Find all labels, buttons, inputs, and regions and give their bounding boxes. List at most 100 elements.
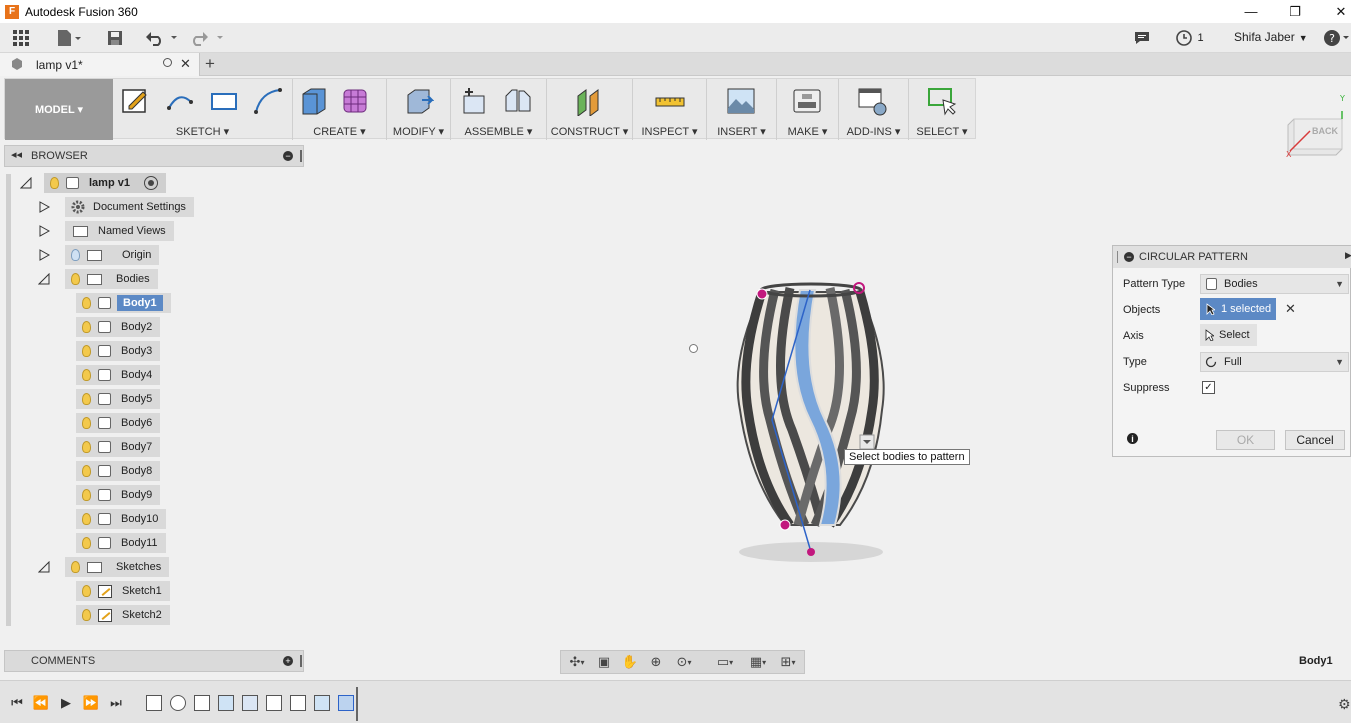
viewcube[interactable]: Y X BACK [1284,94,1346,159]
visibility-bulb-icon[interactable] [82,465,91,477]
tree-node-document-settings[interactable]: Document Settings [38,197,194,217]
tree-body-item[interactable]: Body9 [76,485,161,505]
tree-body-item[interactable]: Body11 [76,533,166,553]
collapse-browser-icon[interactable]: ◂◂ [11,148,22,161]
3d-print-icon[interactable] [792,86,822,116]
scripts-addins-icon[interactable] [857,86,887,116]
grid-settings-icon[interactable]: ▦ ▾ [745,654,771,670]
press-pull-icon[interactable] [404,86,434,116]
visibility-bulb-icon[interactable] [82,489,91,501]
new-component-icon[interactable] [459,86,489,116]
visibility-bulb-icon[interactable] [82,609,91,621]
timeline-step-forward-icon[interactable]: ⏩ [83,695,99,711]
timeline-sketch-feature-icon[interactable] [290,695,306,711]
create-sketch-icon[interactable] [121,86,151,116]
line-icon[interactable] [165,86,195,116]
pattern-type-select[interactable]: Bodies ▼ [1200,274,1349,294]
visibility-bulb-icon[interactable] [71,561,80,573]
objects-selection-button[interactable]: 1 selected [1200,298,1276,320]
display-settings-icon[interactable]: ▭ ▾ [711,654,739,670]
tree-node-named-views[interactable]: Named Views [38,221,174,241]
vase-model-viewport[interactable] [700,270,900,570]
arc-icon[interactable] [253,86,283,116]
save-icon[interactable] [104,27,126,49]
visibility-bulb-icon[interactable] [82,441,91,453]
visibility-bulb-icon[interactable] [82,321,91,333]
tree-body-item[interactable]: Body5 [76,389,161,409]
timeline-sketch-feature-icon[interactable] [194,695,210,711]
tree-body-item[interactable]: Body8 [76,461,161,481]
tree-body-item[interactable]: Body1 [76,293,171,313]
workspace-switcher-button[interactable]: MODEL ▾ [5,79,113,140]
visibility-bulb-icon[interactable] [71,273,80,285]
pan-hand-icon[interactable]: ✋ [621,654,639,670]
visibility-bulb-off-icon[interactable] [71,249,80,261]
tree-body-item[interactable]: Body2 [76,317,161,337]
tree-body-item[interactable]: Body10 [76,509,167,529]
tab-lamp-v1[interactable]: lamp v1* ✕ [0,53,200,76]
tree-node-origin[interactable]: Origin [38,245,160,265]
redo-icon[interactable] [190,27,226,49]
timeline-play-icon[interactable]: ▶ [58,695,74,711]
dialog-expand-arrow-icon[interactable]: ▶ [1345,250,1351,261]
orbit-icon[interactable]: ✣ ▾ [565,654,589,670]
dialog-collapse-icon[interactable]: − [1124,252,1134,262]
visibility-bulb-icon[interactable] [50,177,59,189]
clear-selection-icon[interactable]: ✕ [1285,301,1296,317]
timeline-pattern-feature-icon[interactable] [338,695,354,711]
select-icon[interactable] [927,86,957,116]
tree-body-item[interactable]: Body6 [76,413,161,433]
data-panel-grid-icon[interactable] [10,27,32,49]
new-tab-plus-icon[interactable]: + [205,54,215,74]
look-at-icon[interactable]: ▣ [595,654,613,670]
visibility-bulb-icon[interactable] [82,345,91,357]
inspect-menu[interactable]: INSPECT ▾ [633,125,706,138]
axis-selection-button[interactable]: Select [1200,324,1257,346]
extrude-icon[interactable] [299,86,329,116]
dialog-drag-handle[interactable] [1117,251,1119,263]
ok-button[interactable]: OK [1216,430,1275,450]
browser-minimize-icon[interactable]: − [283,151,293,161]
timeline-sketch-feature-icon[interactable] [266,695,282,711]
timeline-sketch-feature-icon[interactable] [146,695,162,711]
minimize-button[interactable]: — [1228,0,1274,23]
visibility-bulb-icon[interactable] [82,585,91,597]
timeline-marker[interactable] [356,687,358,721]
select-menu[interactable]: SELECT ▾ [909,125,975,138]
form-grid-icon[interactable] [341,86,371,116]
tree-root[interactable]: lamp v1 [20,173,166,193]
tree-body-item[interactable]: Body7 [76,437,161,457]
suppress-checkbox[interactable]: ✓ [1202,381,1215,394]
visibility-bulb-icon[interactable] [82,393,91,405]
tree-sketch-item[interactable]: Sketch1 [76,581,170,601]
activate-radio-icon[interactable] [143,176,158,190]
visibility-bulb-icon[interactable] [82,537,91,549]
sketch-menu[interactable]: SKETCH ▾ [113,125,292,138]
comments-pin-icon[interactable] [300,655,302,667]
create-menu[interactable]: CREATE ▾ [293,125,386,138]
timeline-step-back-icon[interactable]: ⏪ [33,695,49,711]
job-status-clock-icon[interactable]: 1 [1172,27,1208,49]
measure-icon[interactable] [655,86,685,116]
rectangle-icon[interactable] [209,86,239,116]
file-menu-icon[interactable] [54,27,84,49]
make-menu[interactable]: MAKE ▾ [777,125,838,138]
cancel-button[interactable]: Cancel [1285,430,1345,450]
viewports-icon[interactable]: ⊞ ▾ [775,654,801,670]
tree-body-item[interactable]: Body4 [76,365,161,385]
user-account-menu[interactable]: Shifa Jaber ▼ [1234,30,1308,44]
offset-plane-icon[interactable] [574,86,604,116]
assemble-menu[interactable]: ASSEMBLE ▾ [451,125,546,138]
modify-menu[interactable]: MODIFY ▾ [387,125,450,138]
visibility-bulb-icon[interactable] [82,297,91,309]
insert-menu[interactable]: INSERT ▾ [707,125,776,138]
close-window-button[interactable]: ✕ [1318,0,1351,23]
visibility-bulb-icon[interactable] [82,513,91,525]
timeline-start-icon[interactable]: ⏮ [9,695,25,711]
info-icon[interactable]: i [1127,433,1138,444]
timeline-revolve-feature-icon[interactable] [170,695,186,711]
type-select[interactable]: Full ▼ [1200,352,1349,372]
tree-node-sketches[interactable]: Sketches [38,557,170,577]
joint-icon[interactable] [503,86,533,116]
tree-sketch-item[interactable]: Sketch2 [76,605,170,625]
